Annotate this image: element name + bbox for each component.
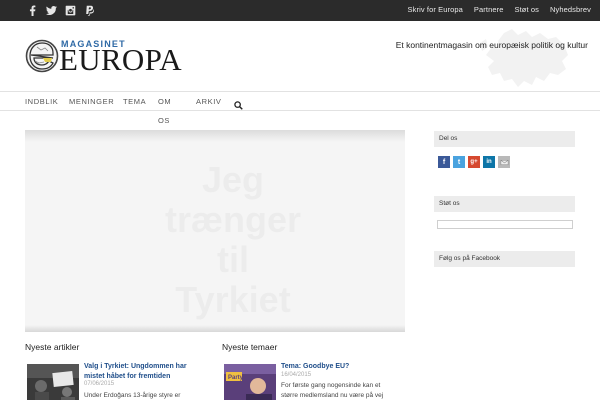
theme-date: 16/04/2015 (281, 372, 312, 378)
facebook-widget-title: Følg os på Facebook (434, 251, 575, 267)
article-thumbnail[interactable] (27, 364, 79, 400)
nav-item-tema[interactable]: TEMA (123, 97, 146, 106)
article-title-line: Valg i Tyrkiet: Ungdommen har (84, 363, 187, 370)
svg-text:Party: Party (228, 375, 244, 381)
slider-caption-line: til (217, 239, 249, 280)
featured-slider[interactable]: Jeg trænger til Tyrkiet (25, 130, 405, 332)
slider-caption-line: Jeg (201, 159, 265, 200)
article-card-title[interactable]: Valg i Tyrkiet: Ungdommen har mistet håb… (84, 362, 187, 381)
support-field[interactable] (437, 220, 573, 229)
share-buttons: f t g+ in (438, 156, 513, 168)
support-widget-title: Støt os (434, 196, 575, 212)
nav-item-om[interactable]: OM (158, 97, 171, 106)
search-icon[interactable] (234, 97, 243, 110)
twitter-share-icon[interactable]: t (453, 156, 465, 168)
nav-item-os[interactable]: OS (158, 116, 170, 125)
facebook-share-icon[interactable]: f (438, 156, 450, 168)
theme-excerpt-line: For første gang nogensinde kan et (281, 382, 381, 389)
site-tagline: Et kontinentmagasin om europæisk politik… (395, 40, 588, 50)
latest-themes-title: Nyeste temaer (222, 342, 278, 352)
top-links: Skriv for Europa Partnere Støt os Nyheds… (397, 5, 591, 14)
facebook-icon[interactable] (26, 4, 38, 16)
support-title: Støt os (439, 200, 460, 207)
logo-e-emblem-icon (25, 39, 59, 73)
nav-item-meninger[interactable]: MENINGER (69, 97, 114, 106)
top-link-write[interactable]: Skriv for Europa (408, 5, 463, 14)
slider-bottom-shadow (25, 325, 405, 332)
paypal-icon[interactable] (83, 4, 95, 16)
main-nav: INDBLIK MENINGER TEMA OM OS ARKIV (0, 91, 600, 125)
top-link-partners[interactable]: Partnere (474, 5, 504, 14)
facebook-widget-label: Følg os på Facebook (439, 255, 501, 262)
latest-articles-title: Nyeste artikler (25, 342, 80, 352)
article-date: 07/06/2015 (84, 381, 115, 387)
social-links (26, 4, 102, 16)
nav-item-arkiv[interactable]: ARKIV (196, 97, 222, 106)
theme-excerpt-line: større medlemsland nu være på vej (281, 391, 384, 399)
article-excerpt: Under Erdoğans 13-årige styre er (84, 392, 181, 399)
share-widget-title: Del os (434, 131, 575, 147)
site-header: MAGASINET EUROPA Et kontinentmagasin om … (0, 21, 600, 91)
slider-top-shadow (25, 130, 405, 142)
nav-item-indblik[interactable]: INDBLIK (25, 97, 58, 106)
top-link-support[interactable]: Støt os (515, 5, 539, 14)
linkedin-share-icon[interactable]: in (483, 156, 495, 168)
logo-big-text: EUROPA (59, 42, 182, 77)
site-logo[interactable]: MAGASINET EUROPA (25, 39, 200, 77)
article-title-line: mistet håbet for fremtiden (84, 372, 171, 380)
theme-excerpt: For første gang nogensinde kan et større… (281, 381, 383, 400)
googleplus-share-icon[interactable]: g+ (468, 156, 480, 168)
email-share-icon[interactable] (498, 156, 510, 168)
top-bar: Skriv for Europa Partnere Støt os Nyheds… (0, 0, 600, 21)
slider-caption-line: trænger (164, 199, 302, 240)
europe-map-icon (480, 29, 568, 87)
top-link-newsletter[interactable]: Nyhedsbrev (550, 5, 591, 14)
slider-caption-line: Tyrkiet (175, 279, 291, 320)
twitter-icon[interactable] (45, 4, 57, 16)
theme-card-title[interactable]: Tema: Goodbye EU? (281, 362, 349, 372)
instagram-icon[interactable] (64, 4, 76, 16)
theme-thumbnail[interactable]: Party (224, 364, 276, 400)
share-title: Del os (439, 135, 458, 142)
slider-caption: Jeg trænger til Tyrkiet (143, 160, 323, 320)
